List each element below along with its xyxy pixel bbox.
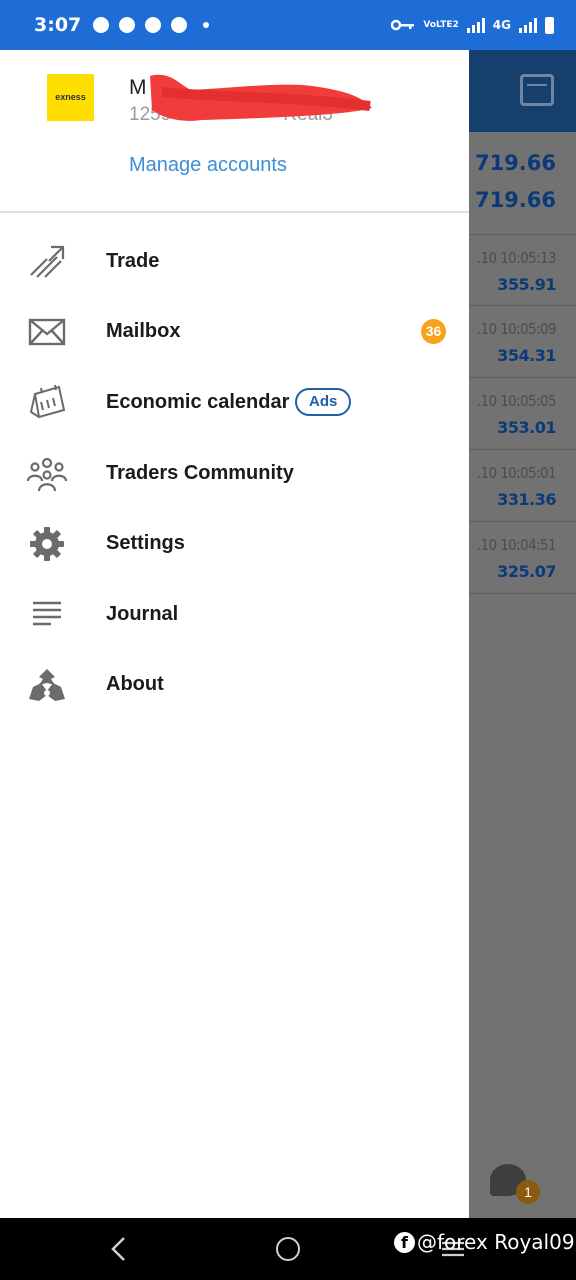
mailbox-badge: 36 [421,319,446,345]
journal-icon [26,593,68,635]
watermark-text: @forex Royal09 [417,1230,575,1254]
row-value: 353.01 [497,418,556,437]
menu-label: About [106,673,164,696]
menu-item-economic-calendar[interactable]: Economic calendar Ads [0,367,469,438]
redaction-scribble [150,74,372,121]
menu-label: Trade [106,249,160,272]
row-value: 355.91 [497,275,556,294]
facebook-icon: f [394,1231,415,1253]
about-icon [26,664,68,706]
community-icon [26,452,68,494]
ads-tag: Ads [295,388,352,417]
menu-label: Journal [106,602,179,625]
row-value: 354.31 [497,346,556,365]
system-nav-bar: f @forex Royal09 [0,1218,576,1280]
navigation-drawer: exness M 1259Real3 Manage accounts Trade… [0,50,469,1218]
row-time: .10 10:05:13 [476,249,557,267]
battery-icon [545,16,554,34]
signal-icon-2 [519,17,537,33]
status-right-icons: VoLTE2 4G [391,16,554,34]
economic-calendar-icon [26,381,68,423]
menu-label: Settings [106,532,185,555]
gear-icon [26,523,68,565]
signal-icon [466,17,485,33]
menu-label: Mailbox [106,320,181,343]
menu-label: Traders Community [106,461,294,484]
notification-icons [93,17,210,33]
menu-item-traders-community[interactable]: Traders Community [0,438,469,509]
row-time: .10 10:05:05 [476,392,557,410]
menu-item-journal[interactable]: Journal [0,579,469,650]
calendar-icon[interactable] [520,74,554,106]
menu-item-trade[interactable]: Trade [0,226,469,297]
whatsapp-icon [93,17,110,33]
status-time: 3:07 [34,14,82,36]
exness-logo: exness [47,74,94,121]
menu-label: Economic calendar [106,390,290,413]
trade-icon [26,240,68,282]
manage-accounts-link[interactable]: Manage accounts [129,154,287,177]
home-icon[interactable] [276,1237,300,1261]
status-bar: 3:07 VoLTE2 4G [0,0,576,50]
snapchat-icon [145,17,162,33]
watermark: f @forex Royal09 [394,1230,575,1254]
row-value: 325.07 [497,562,556,581]
row-time: .10 10:05:09 [476,320,557,338]
back-icon[interactable] [108,1236,128,1262]
network-label: 4G [492,18,511,32]
row-time: .10 10:04:51 [476,536,557,554]
volte-label: VoLTE2 [423,20,459,30]
row-value: 331.36 [497,490,556,509]
key-icon [391,19,415,31]
menu-item-mailbox[interactable]: Mailbox 36 [0,297,469,368]
drawer-menu: Trade Mailbox 36 Economic calendar Ads T… [0,213,469,720]
menu-item-settings[interactable]: Settings [0,508,469,579]
more-dot-icon [203,22,210,28]
chat-badge: 1 [516,1180,540,1204]
row-time: .10 10:05:01 [476,464,557,482]
chat-icon [119,17,136,33]
menu-item-about[interactable]: About [0,650,469,721]
add-circle-icon [171,17,188,33]
mailbox-icon [26,311,68,353]
account-header: exness M 1259Real3 Manage accounts [0,50,469,213]
